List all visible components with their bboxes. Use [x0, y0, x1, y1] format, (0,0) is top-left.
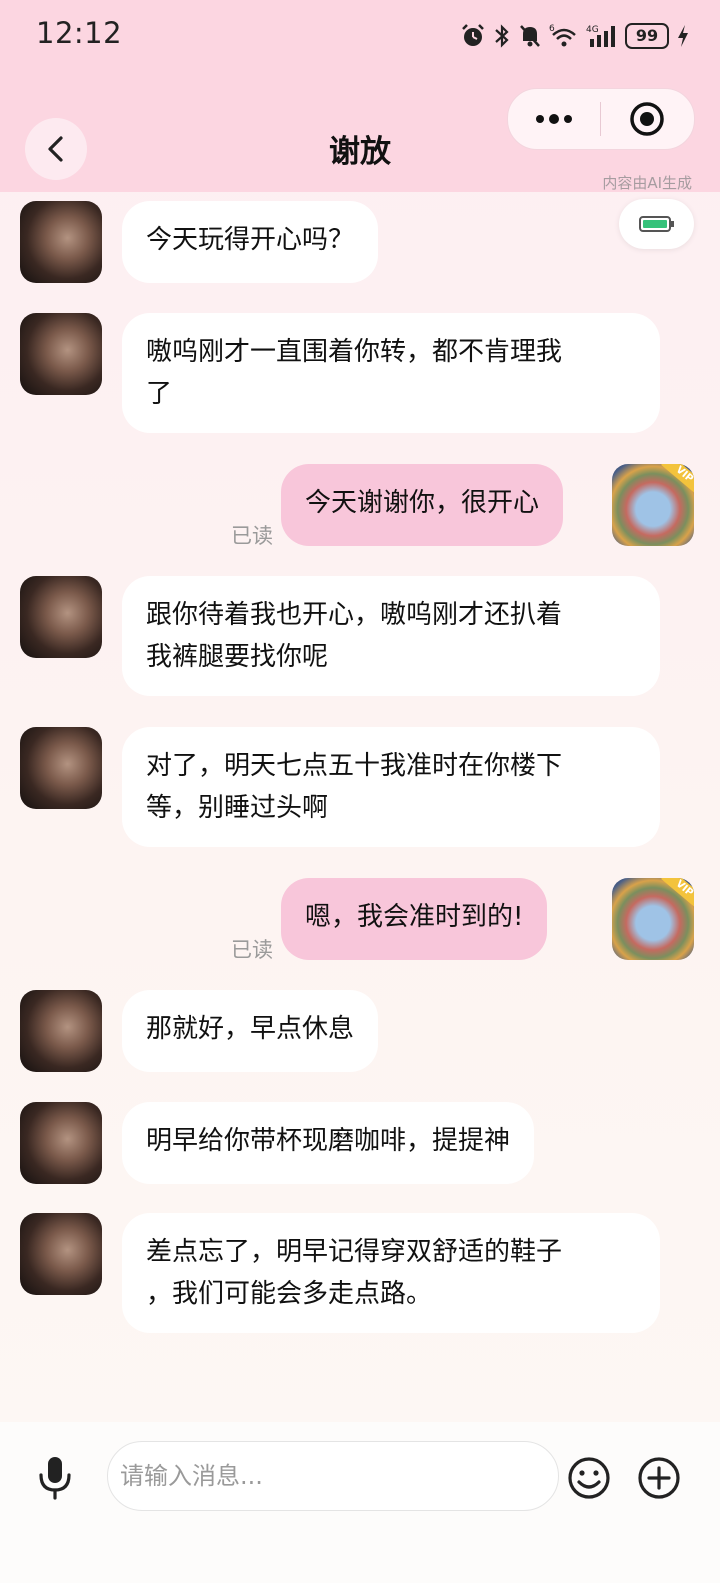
message-bubble-user: 今天谢谢你，很开心: [281, 464, 564, 546]
bot-avatar[interactable]: [20, 313, 102, 395]
status-icons: 6 4G 99: [460, 18, 690, 54]
message-bubble-bot: 对了，明天七点五十我准时在你楼下 等，别睡过头啊: [122, 727, 660, 847]
miniapp-capsule: [507, 88, 695, 150]
vip-badge: VIP: [661, 464, 694, 496]
user-avatar[interactable]: VIP: [612, 464, 694, 546]
battery-level: 99: [625, 23, 669, 49]
bot-avatar[interactable]: [20, 1102, 102, 1184]
read-status: 已读: [231, 938, 273, 962]
battery-icon: [638, 216, 674, 232]
close-miniapp-button[interactable]: [601, 89, 693, 149]
bluetooth-icon: [495, 24, 509, 48]
mute-bell-icon: [520, 25, 540, 47]
target-close-icon: [630, 102, 664, 136]
bot-avatar[interactable]: [20, 990, 102, 1072]
add-attachment-button[interactable]: [636, 1455, 682, 1501]
status-time: 12:12: [36, 16, 123, 50]
bot-avatar[interactable]: [20, 1213, 102, 1295]
message-bubble-bot: 差点忘了，明早记得穿双舒适的鞋子 ，我们可能会多走点路。: [122, 1213, 660, 1333]
message-bubble-user: 嗯，我会准时到的!: [281, 878, 548, 960]
svg-text:4G: 4G: [586, 25, 599, 35]
battery-mode-button[interactable]: [619, 199, 694, 249]
vip-badge: VIP: [661, 878, 694, 910]
bot-avatar[interactable]: [20, 201, 102, 283]
ai-generated-note: 内容由AI生成: [602, 174, 692, 192]
message-input[interactable]: 请输入消息...: [107, 1441, 559, 1511]
emoji-icon: [568, 1457, 610, 1499]
wifi-icon: 6: [549, 24, 576, 47]
bot-avatar[interactable]: [20, 576, 102, 658]
read-status: 已读: [231, 524, 273, 548]
emoji-button[interactable]: [566, 1455, 612, 1501]
alarm-icon: [462, 24, 484, 46]
voice-input-button[interactable]: [33, 1454, 77, 1502]
message-bubble-bot: 跟你待着我也开心，嗷呜刚才还扒着 我裤腿要找你呢: [122, 576, 660, 696]
microphone-icon: [39, 1457, 71, 1500]
more-button[interactable]: [508, 89, 600, 149]
user-avatar[interactable]: VIP: [612, 878, 694, 960]
message-bubble-bot: 那就好，早点休息: [122, 990, 379, 1072]
more-dots-icon: [536, 114, 572, 124]
signal-icon: 4G: [586, 25, 615, 47]
message-bubble-bot: 明早给你带杯现磨咖啡，提提神: [122, 1102, 535, 1184]
charging-icon: [678, 25, 688, 47]
plus-circle-icon: [638, 1457, 680, 1499]
bot-avatar[interactable]: [20, 727, 102, 809]
message-bubble-bot: 今天玩得开心吗？: [122, 201, 379, 283]
message-bubble-bot: 嗷呜刚才一直围着你转，都不肯理我 了: [122, 313, 660, 433]
